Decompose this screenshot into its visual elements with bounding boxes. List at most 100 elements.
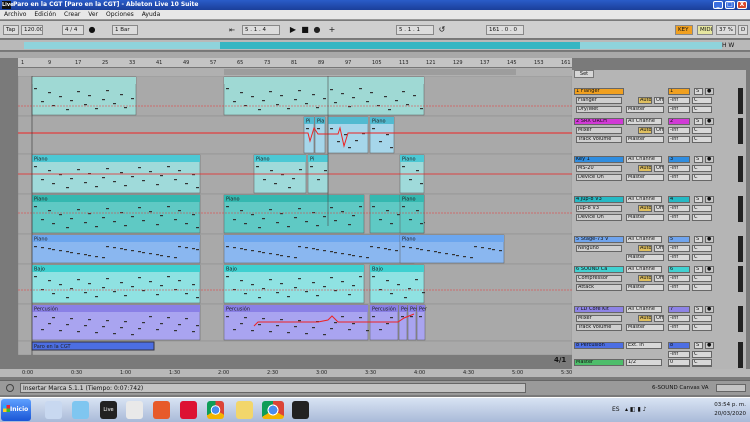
- pan-field[interactable]: C: [692, 97, 712, 104]
- send-pan[interactable]: C: [692, 136, 712, 143]
- arm-button[interactable]: ●: [705, 88, 714, 95]
- track-name[interactable]: 7 LD Core Kit: [574, 306, 624, 313]
- track-number[interactable]: 1: [668, 88, 690, 95]
- track-number[interactable]: 7: [668, 306, 690, 313]
- chrome-active-icon[interactable]: [262, 401, 284, 419]
- output-routing[interactable]: Master: [626, 324, 664, 331]
- pan-field[interactable]: C: [692, 245, 712, 252]
- quantize-select[interactable]: 1 Bar: [112, 25, 138, 35]
- input-type[interactable]: All Channe: [626, 306, 662, 313]
- language-indicator[interactable]: ES: [612, 406, 620, 413]
- solo-button[interactable]: S: [694, 118, 703, 125]
- ableton-live-icon[interactable]: Live: [100, 401, 117, 419]
- arm-button[interactable]: ●: [705, 306, 714, 313]
- solo-button[interactable]: S: [694, 196, 703, 203]
- loop-ruler[interactable]: [18, 68, 572, 76]
- send-field[interactable]: -inf: [668, 254, 690, 261]
- device-chooser[interactable]: Jup-8 V3: [576, 205, 622, 212]
- midi-map-button[interactable]: MIDI: [697, 25, 713, 35]
- monitor-off[interactable]: Off: [654, 275, 664, 282]
- menu-ver[interactable]: Ver: [88, 11, 98, 18]
- send-field[interactable]: -inf: [668, 174, 690, 181]
- volume-field[interactable]: -inf: [668, 127, 690, 134]
- track-name[interactable]: 4 Jup-8 V3: [574, 196, 624, 203]
- device-chooser[interactable]: Ninguno: [576, 245, 622, 252]
- arm-button[interactable]: ●: [705, 342, 714, 349]
- monitor-off[interactable]: Off: [654, 315, 664, 322]
- track-header[interactable]: 7 LD Core Kit Mixer Track Volume All Channe…: [572, 306, 746, 336]
- tap-button[interactable]: Tap: [3, 25, 19, 35]
- master-name[interactable]: Master: [574, 359, 624, 366]
- monitor-off[interactable]: Off: [654, 245, 664, 252]
- arm-button[interactable]: ●: [705, 266, 714, 273]
- output-routing[interactable]: Master: [626, 174, 664, 181]
- solo-button[interactable]: S: [694, 236, 703, 243]
- volume-field[interactable]: -inf: [668, 245, 690, 252]
- parameter-chooser[interactable]: Track Volume: [576, 324, 622, 331]
- paint-icon[interactable]: [180, 401, 197, 419]
- master-volume[interactable]: 0: [668, 359, 690, 366]
- pan-field[interactable]: C: [692, 315, 712, 322]
- track-name[interactable]: Key 1: [574, 156, 624, 163]
- play-icon[interactable]: ▶: [289, 26, 297, 34]
- clock-time[interactable]: 03:54 p. m.: [702, 402, 746, 408]
- monitor-off[interactable]: Off: [654, 165, 664, 172]
- overview-selection[interactable]: [220, 42, 580, 49]
- input-type[interactable]: All Channe: [626, 236, 662, 243]
- send-field[interactable]: -inf: [668, 284, 690, 291]
- device-chooser[interactable]: Compressor: [576, 275, 622, 282]
- loop-length-field[interactable]: 161 . 0 . 0: [486, 25, 524, 35]
- send-pan[interactable]: C: [692, 324, 712, 331]
- monitor-off[interactable]: Off: [654, 97, 664, 104]
- send-field[interactable]: -inf: [668, 106, 690, 113]
- loop-start-field[interactable]: 5 . 1 . 1: [396, 25, 434, 35]
- output-routing[interactable]: Master: [626, 136, 664, 143]
- volume-field[interactable]: -inf: [668, 205, 690, 212]
- input-type[interactable]: All Channe: [626, 118, 662, 125]
- track-number[interactable]: 4: [668, 196, 690, 203]
- track-header[interactable]: 6 SOUND Ca Compressor Attack All Channe Auto…: [572, 266, 746, 296]
- pan-field[interactable]: C: [692, 205, 712, 212]
- track-header[interactable]: 5 Stage-73 V Ninguno All Channe Auto Off Mast…: [572, 236, 746, 266]
- input-type[interactable]: Ext. In: [626, 342, 662, 349]
- menu-crear[interactable]: Crear: [64, 11, 80, 18]
- monitor-auto[interactable]: Auto: [638, 97, 652, 104]
- send-pan[interactable]: C: [692, 254, 712, 261]
- menu-opciones[interactable]: Opciones: [106, 11, 134, 18]
- device-chooser[interactable]: Flanger: [576, 97, 622, 104]
- calculator-icon[interactable]: [45, 401, 62, 419]
- volume-field[interactable]: -inf: [668, 315, 690, 322]
- loop-brace[interactable]: [224, 69, 516, 75]
- track-name[interactable]: 8 Percusión: [574, 342, 624, 349]
- monitor-auto[interactable]: Auto: [638, 127, 652, 134]
- track-number[interactable]: 8: [668, 342, 690, 349]
- track-name[interactable]: 6 SOUND Ca: [574, 266, 624, 273]
- solo-button[interactable]: S: [694, 156, 703, 163]
- volume-field[interactable]: -inf: [668, 97, 690, 104]
- solo-button[interactable]: S: [694, 266, 703, 273]
- menu-archivo[interactable]: Archivo: [4, 11, 26, 18]
- key-map-button[interactable]: KEY: [675, 25, 693, 35]
- output-routing[interactable]: Master: [626, 284, 664, 291]
- track-name[interactable]: 1 Flanger: [574, 88, 624, 95]
- media-app-icon[interactable]: [153, 401, 170, 419]
- output-routing[interactable]: Master: [626, 106, 664, 113]
- master-track[interactable]: Master 1/2 0 C: [572, 359, 746, 369]
- monitor-auto[interactable]: Auto: [638, 315, 652, 322]
- input-type[interactable]: All Channe: [626, 156, 662, 163]
- d-button[interactable]: D: [738, 25, 748, 35]
- solo-button[interactable]: S: [694, 88, 703, 95]
- send-pan[interactable]: C: [692, 174, 712, 181]
- parameter-chooser[interactable]: Dry/Wet: [576, 106, 622, 113]
- send-field[interactable]: -inf: [668, 214, 690, 221]
- parameter-chooser[interactable]: Device On: [576, 214, 622, 221]
- output-routing[interactable]: Master: [626, 214, 664, 221]
- chrome-icon[interactable]: [207, 401, 224, 419]
- track-number[interactable]: 2: [668, 118, 690, 125]
- monitor-off[interactable]: Off: [654, 127, 664, 134]
- tempo-field[interactable]: 120.00: [21, 25, 43, 35]
- ableton-active-icon[interactable]: [292, 401, 309, 419]
- input-type[interactable]: All Channe: [626, 266, 662, 273]
- parameter-chooser[interactable]: Track Volume: [576, 136, 622, 143]
- track-number[interactable]: 6: [668, 266, 690, 273]
